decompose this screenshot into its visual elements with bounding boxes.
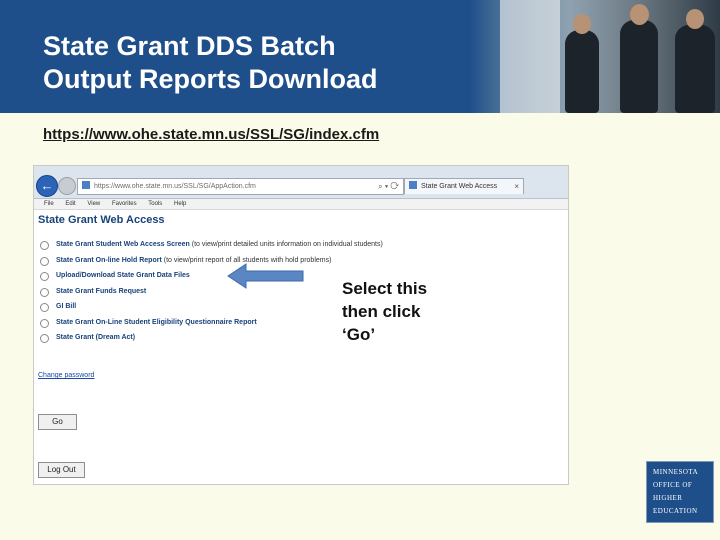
address-text: https://www.ohe.state.mn.us/SSL/SG/AppAc…: [94, 183, 256, 190]
address-bar[interactable]: https://www.ohe.state.mn.us/SSL/SG/AppAc…: [77, 178, 404, 195]
radio-button[interactable]: [40, 287, 49, 297]
radio-button[interactable]: [40, 241, 49, 250]
option-student-web-access[interactable]: State Grant Student Web Access Screen (t…: [40, 239, 560, 255]
tab-favicon-icon: [409, 181, 417, 189]
photo-person: [675, 25, 715, 113]
page-title-line2: Output Reports Download: [43, 64, 378, 94]
menu-view[interactable]: View: [87, 199, 100, 209]
address-bar-icons[interactable]: ⌕ ▾ ⟳: [378, 179, 399, 194]
ohe-logo: MINNESOTA OFFICE OF HIGHER EDUCATION: [646, 461, 714, 523]
logout-button[interactable]: Log Out: [38, 462, 85, 478]
forward-button[interactable]: [58, 177, 76, 195]
slide-header: State Grant DDS Batch Output Reports Dow…: [0, 0, 720, 113]
photo-person-head: [686, 9, 704, 29]
option-description: (to view/print report of all students wi…: [161, 256, 332, 264]
option-description: (to view/print detailed units informatio…: [189, 241, 383, 248]
option-label: State Grant On-line Hold Report: [56, 256, 162, 264]
instruction-callout: Select this then click ‘Go’: [342, 277, 472, 346]
photo-person-head: [573, 14, 591, 34]
browser-tab[interactable]: State Grant Web Access ×: [404, 178, 524, 194]
menu-file[interactable]: File: [44, 199, 54, 209]
radio-button[interactable]: [40, 272, 49, 281]
photo-person-head: [630, 4, 649, 25]
menu-help[interactable]: Help: [174, 199, 186, 209]
radio-button[interactable]: [40, 318, 49, 328]
option-upload-download[interactable]: Upload/Download State Grant Data Files: [40, 270, 560, 286]
option-funds-request[interactable]: State Grant Funds Request: [40, 286, 560, 302]
radio-button[interactable]: [40, 256, 49, 266]
option-list: State Grant Student Web Access Screen (t…: [40, 239, 560, 348]
option-label: State Grant Student Web Access Screen: [56, 241, 190, 248]
favicon-icon: [82, 181, 90, 189]
web-page-title: State Grant Web Access: [38, 214, 165, 226]
logo-line: OFFICE OF: [653, 481, 693, 489]
option-label: State Grant (Dream Act): [56, 334, 136, 341]
option-label: GI Bill: [56, 303, 77, 310]
callout-line: then click: [342, 302, 421, 321]
browser-screenshot: ← https://www.ohe.state.mn.us/SSL/SG/App…: [33, 165, 569, 485]
photo-person: [565, 30, 599, 113]
radio-button[interactable]: [40, 334, 49, 343]
logo-line: HIGHER: [653, 494, 683, 502]
header-photo: [470, 0, 720, 113]
option-dream-act[interactable]: State Grant (Dream Act): [40, 332, 560, 348]
callout-line: Select this: [342, 279, 428, 298]
change-password-link[interactable]: Change password: [38, 372, 94, 379]
browser-toolbar: ← https://www.ohe.state.mn.us/SSL/SG/App…: [34, 166, 568, 199]
option-gi-bill[interactable]: GI Bill: [40, 301, 560, 317]
menu-favorites[interactable]: Favorites: [112, 199, 137, 209]
option-label: State Grant Funds Request: [56, 287, 147, 295]
menu-edit[interactable]: Edit: [65, 199, 75, 209]
photo-person: [620, 20, 658, 113]
photo-highlight: [500, 0, 560, 113]
option-eligibility-report[interactable]: State Grant On-Line Student Eligibility …: [40, 317, 560, 333]
page-title-line1: State Grant DDS Batch: [43, 31, 336, 61]
logo-line: EDUCATION: [653, 507, 698, 515]
site-url-link[interactable]: https://www.ohe.state.mn.us/SSL/SG/index…: [43, 126, 379, 143]
callout-line: ‘Go’: [342, 325, 376, 344]
menu-bar: File Edit View Favorites Tools Help: [34, 199, 568, 210]
logo-line: MINNESOTA: [653, 468, 699, 476]
go-button[interactable]: Go: [38, 414, 77, 430]
tab-label: State Grant Web Access: [421, 183, 498, 190]
tab-close-icon[interactable]: ×: [514, 179, 519, 194]
option-hold-report[interactable]: State Grant On-line Hold Report (to view…: [40, 255, 560, 271]
option-label: State Grant On-Line Student Eligibility …: [56, 318, 257, 326]
radio-button[interactable]: [40, 303, 49, 312]
back-button[interactable]: ←: [36, 175, 58, 197]
option-label: Upload/Download State Grant Data Files: [56, 272, 190, 279]
page-title: State Grant DDS Batch Output Reports Dow…: [43, 30, 463, 96]
back-arrow-icon: ←: [40, 178, 54, 193]
menu-tools[interactable]: Tools: [148, 199, 162, 209]
